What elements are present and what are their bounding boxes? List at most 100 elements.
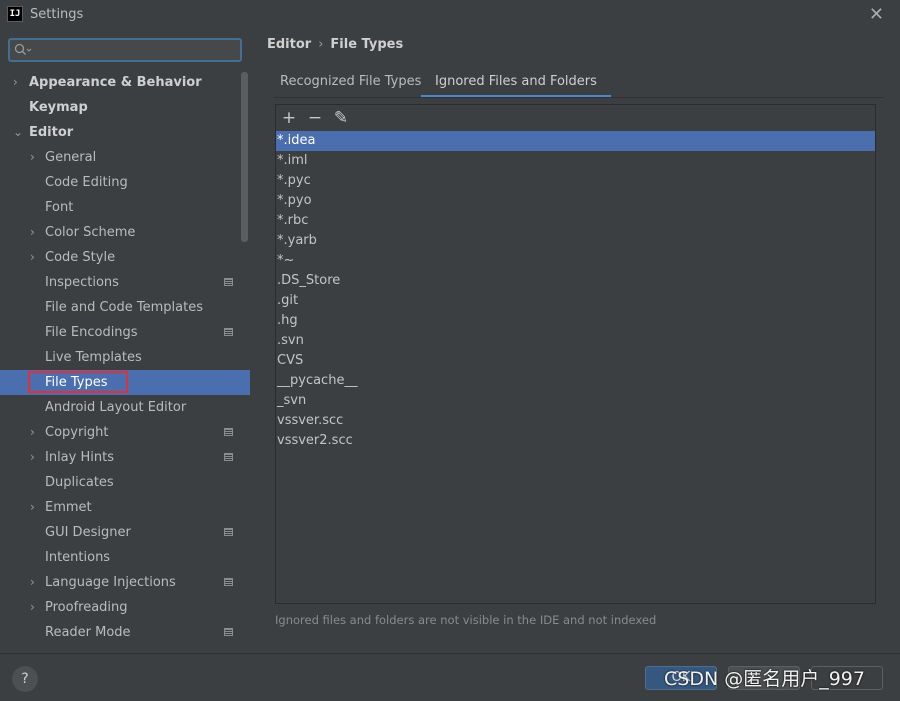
chevron-right-icon[interactable]: › (30, 245, 35, 270)
highlight-box (28, 371, 128, 393)
project-settings-icon (224, 453, 233, 461)
sidebar-item-intentions[interactable]: Intentions (0, 545, 250, 570)
sidebar-item-label: GUI Designer (45, 525, 131, 540)
chevron-right-icon[interactable]: › (30, 420, 35, 445)
chevron-down-icon[interactable]: ⌄ (13, 120, 23, 145)
sidebar-item-label: Duplicates (45, 475, 114, 490)
tab-recognized-file-types[interactable]: Recognized File Types (280, 70, 421, 98)
sidebar-item-label: Language Injections (45, 575, 176, 590)
project-settings-icon (224, 528, 233, 536)
list-item[interactable]: *.pyc (276, 171, 875, 191)
list-item[interactable]: *.iml (276, 151, 875, 171)
list-item[interactable]: vssver.scc (276, 411, 875, 431)
project-settings-icon (224, 278, 233, 286)
sidebar-item-color-scheme[interactable]: › Color Scheme (0, 220, 250, 245)
sidebar-item-label: Proofreading (45, 600, 128, 615)
list-item[interactable]: __pycache__ (276, 371, 875, 391)
sidebar-item-font[interactable]: Font (0, 195, 250, 220)
sidebar-item-label: Copyright (45, 425, 109, 440)
sidebar-item-inspections[interactable]: Inspections (0, 270, 250, 295)
add-icon[interactable]: + (278, 107, 300, 129)
sidebar-item-duplicates[interactable]: Duplicates (0, 470, 250, 495)
sidebar-item-code-editing[interactable]: Code Editing (0, 170, 250, 195)
sidebar-item-appearance-behavior[interactable]: › Appearance & Behavior (0, 70, 250, 95)
sidebar-item-gui-designer[interactable]: GUI Designer (0, 520, 250, 545)
sidebar-item-label: Intentions (45, 550, 111, 565)
list-item[interactable]: *.pyo (276, 191, 875, 211)
list-item[interactable]: *.idea (276, 131, 875, 151)
project-settings-icon (224, 578, 233, 586)
list-item[interactable]: .hg (276, 311, 875, 331)
list-item[interactable]: *.yarb (276, 231, 875, 251)
sidebar-item-general[interactable]: › General (0, 145, 250, 170)
chevron-right-icon[interactable]: › (30, 595, 35, 620)
help-button[interactable]: ? (12, 666, 38, 692)
sidebar-item-code-style[interactable]: › Code Style (0, 245, 250, 270)
sidebar-item-label: Emmet (45, 500, 92, 515)
list-item[interactable]: *~ (276, 251, 875, 271)
breadcrumb-parent[interactable]: Editor (267, 37, 311, 52)
tab-ignored-files-and-folders[interactable]: Ignored Files and Folders (421, 70, 611, 98)
list-toolbar: + − ✎ (276, 105, 875, 131)
ignored-files-hint: Ignored files and folders are not visibl… (275, 613, 657, 627)
sidebar-item-label: Code Style (45, 250, 116, 265)
sidebar-item-label: Color Scheme (45, 225, 136, 240)
sidebar-item-emmet[interactable]: › Emmet (0, 495, 250, 520)
sidebar-scrollbar[interactable] (241, 72, 248, 242)
list-item[interactable]: vssver2.scc (276, 431, 875, 451)
list-item[interactable]: .git (276, 291, 875, 311)
breadcrumb-current: File Types (330, 37, 404, 52)
breadcrumb: Editor › File Types (267, 37, 403, 52)
window-title: Settings (30, 7, 84, 22)
sidebar-item-label: Inspections (45, 275, 119, 290)
sidebar-item-proofreading[interactable]: › Proofreading (0, 595, 250, 620)
list-item[interactable]: .DS_Store (276, 271, 875, 291)
edit-icon[interactable]: ✎ (330, 107, 352, 129)
title-bar: IJ Settings ✕ (0, 0, 900, 30)
sidebar-item-label: Reader Mode (45, 625, 131, 640)
remove-icon[interactable]: − (304, 107, 326, 129)
sidebar-item-label: Android Layout Editor (45, 400, 187, 415)
sidebar-item-file-encodings[interactable]: File Encodings (0, 320, 250, 345)
chevron-right-icon[interactable]: › (30, 145, 35, 170)
sidebar-item-editor[interactable]: ⌄ Editor (0, 120, 250, 145)
chevron-right-icon[interactable]: › (30, 495, 35, 520)
list-item[interactable]: CVS (276, 351, 875, 371)
settings-sidebar: › Appearance & Behavior Keymap ⌄ Editor › Gene… (0, 30, 250, 653)
chevron-right-icon[interactable]: › (13, 70, 18, 95)
sidebar-item-language-injections[interactable]: › Language Injections (0, 570, 250, 595)
sidebar-item-label: Live Templates (45, 350, 142, 365)
chevron-right-icon[interactable]: › (30, 445, 35, 470)
sidebar-item-label: Font (45, 200, 74, 215)
sidebar-item-keymap[interactable]: Keymap (0, 95, 250, 120)
settings-tree: › Appearance & Behavior Keymap ⌄ Editor › Gene… (0, 70, 250, 645)
search-icon (14, 43, 32, 55)
ignored-files-panel: + − ✎ *.idea *.iml *.pyc *.pyo *.rbc *.yarb *~… (275, 104, 876, 604)
sidebar-item-copyright[interactable]: › Copyright (0, 420, 250, 445)
search-input[interactable] (8, 38, 242, 62)
ignored-files-list: *.idea *.iml *.pyc *.pyo *.rbc *.yarb *~ .DS_St… (276, 131, 875, 451)
project-settings-icon (224, 328, 233, 336)
intellij-logo-icon: IJ (7, 6, 23, 22)
sidebar-item-label: Keymap (29, 100, 88, 115)
sidebar-item-label: Appearance & Behavior (29, 75, 202, 90)
sidebar-item-file-and-code-templates[interactable]: File and Code Templates (0, 295, 250, 320)
sidebar-item-label: File Encodings (45, 325, 138, 340)
close-icon[interactable]: ✕ (869, 4, 884, 25)
sidebar-item-reader-mode[interactable]: Reader Mode (0, 620, 250, 645)
tab-divider (274, 97, 884, 98)
chevron-right-icon[interactable]: › (30, 570, 35, 595)
breadcrumb-separator: › (318, 37, 324, 52)
sidebar-item-live-templates[interactable]: Live Templates (0, 345, 250, 370)
sidebar-item-inlay-hints[interactable]: › Inlay Hints (0, 445, 250, 470)
chevron-right-icon[interactable]: › (30, 220, 35, 245)
sidebar-item-label: Inlay Hints (45, 450, 114, 465)
list-item[interactable]: .svn (276, 331, 875, 351)
list-item[interactable]: _svn (276, 391, 875, 411)
sidebar-item-file-types[interactable]: File Types (0, 370, 250, 395)
project-settings-icon (224, 628, 233, 636)
sidebar-item-label: General (45, 150, 97, 165)
sidebar-item-android-layout-editor[interactable]: Android Layout Editor (0, 395, 250, 420)
sidebar-item-label: Editor (29, 125, 74, 140)
list-item[interactable]: *.rbc (276, 211, 875, 231)
